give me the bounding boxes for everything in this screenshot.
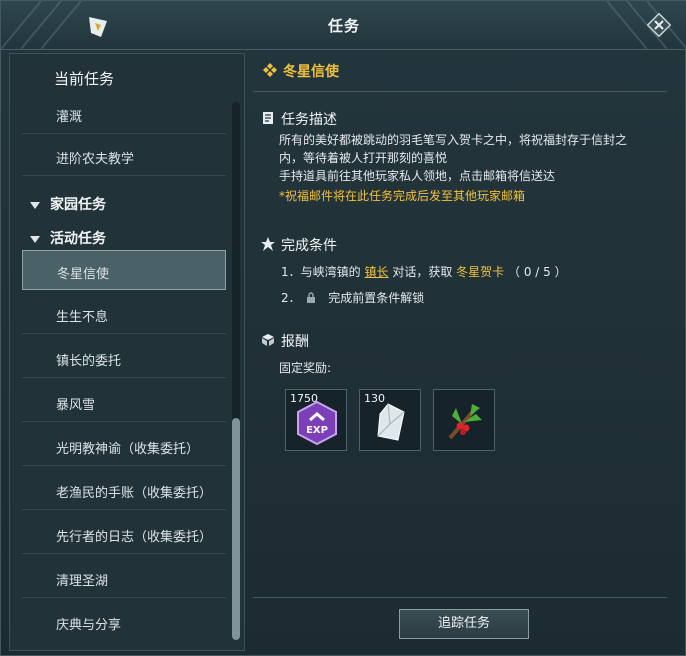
desc-note: *祝福邮件将在此任务完成后发至其他玩家邮箱 (279, 189, 526, 203)
holly-branch-icon (448, 404, 482, 440)
reward-count: 1750 (290, 392, 318, 405)
list-item[interactable]: 清理圣湖 (22, 558, 226, 598)
fixed-reward-label: 固定奖励: (279, 361, 332, 375)
diamond-cluster-icon (263, 63, 277, 77)
chevron-down-icon (30, 201, 40, 209)
quest-title: 冬星信使 (283, 64, 339, 80)
list-item[interactable]: 暴风雪 (22, 382, 226, 422)
condition-2: 2． 完成前置条件解锁 (281, 291, 425, 305)
progress: （ 0 / 5 ） (508, 265, 567, 279)
document-icon (263, 112, 273, 124)
scrollbar-thumb[interactable] (232, 418, 240, 640)
desc-line: 内，等待着被人打开那刻的喜悦 (279, 151, 448, 165)
reward-count: 130 (364, 392, 385, 405)
title-bar: 任务 (1, 1, 686, 50)
divider (253, 597, 667, 598)
desc-line: 所有的美好都被跳动的羽毛笔写入贺卡之中，将祝福封存于信封之 (279, 133, 628, 147)
group-home-quests[interactable]: 家园任务 (30, 194, 106, 214)
item-name: 冬星贺卡 (456, 265, 505, 279)
reward-box-icon (262, 334, 274, 346)
reward-slot[interactable] (433, 389, 495, 451)
quest-detail-panel: 冬星信使 任务描述 所有的美好都被跳动的羽毛笔写入贺卡之中，将祝福封存于信封之 … (253, 53, 679, 651)
reward-header: 报酬 (281, 334, 309, 350)
list-item[interactable]: 镇长的委托 (22, 338, 226, 378)
quest-window: 任务 当前任务 灌溉 进阶农夫教学 家园任务 活动任务 冬星信使 生生不息 镇长… (0, 0, 686, 656)
close-icon[interactable] (647, 13, 671, 37)
reward-slot[interactable]: 130 (359, 389, 421, 451)
reward-slot[interactable]: EXP 1750 (285, 389, 347, 451)
scrollbar-track[interactable] (232, 102, 240, 640)
crystal-icon (377, 403, 405, 441)
svg-text:EXP: EXP (306, 425, 328, 436)
condition-1: 1．与峡湾镇的 镇长 对话，获取 冬星贺卡 （ 0 / 5 ） (281, 265, 567, 279)
exp-icon: EXP (297, 400, 337, 446)
track-quest-button[interactable]: 追踪任务 (399, 609, 529, 639)
list-item[interactable]: 先行者的日志（收集委托） (22, 514, 226, 554)
desc-header: 任务描述 (281, 112, 337, 128)
list-item[interactable]: 进阶农夫教学 (22, 136, 226, 176)
divider (253, 91, 667, 92)
desc-line: 手持道具前往其他玩家私人领地，点击邮箱将信送达 (279, 169, 556, 183)
star-icon (261, 237, 275, 251)
list-item[interactable]: 光明教神谕（收集委托） (22, 426, 226, 466)
list-item[interactable]: 生生不息 (22, 294, 226, 334)
window-title: 任务 (327, 17, 360, 35)
current-quests-header: 当前任务 (54, 70, 115, 88)
group-event-quests[interactable]: 活动任务 (30, 228, 106, 248)
list-item[interactable]: 庆典与分享 (22, 602, 226, 642)
list-item[interactable]: 老渔民的手账（收集委托） (22, 470, 226, 510)
list-item-active[interactable]: 冬星信使 (22, 250, 226, 290)
npc-link[interactable]: 镇长 (364, 265, 388, 279)
quest-list-panel: 当前任务 灌溉 进阶农夫教学 家园任务 活动任务 冬星信使 生生不息 镇长的委托… (9, 53, 245, 651)
conditions-header: 完成条件 (281, 238, 337, 254)
list-item[interactable]: 灌溉 (22, 94, 226, 134)
chevron-down-icon (30, 235, 40, 243)
lock-icon (307, 292, 316, 303)
